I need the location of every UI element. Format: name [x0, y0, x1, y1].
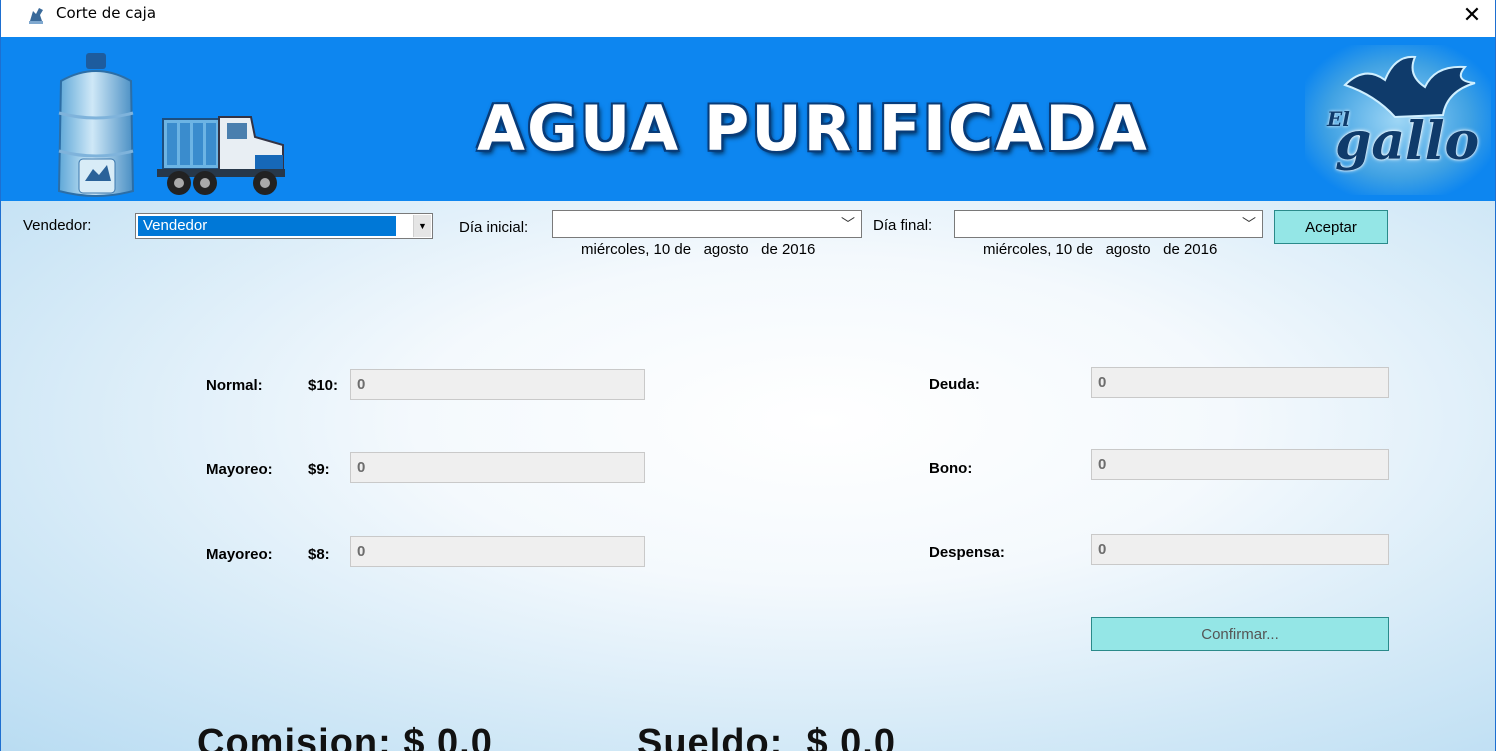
title-bar: Corte de caja ✕ — [1, 0, 1495, 37]
water-bottle-image — [57, 53, 135, 197]
logo-gallo-text: gallo — [1335, 111, 1480, 172]
chevron-down-icon[interactable]: ▼ — [413, 215, 431, 237]
normal-price-label: $10: — [308, 377, 339, 394]
chevron-down-icon[interactable]: ﹀ — [841, 211, 855, 237]
deuda-label: Deuda: — [929, 376, 980, 393]
mayoreo-9-quantity-field[interactable]: 0 — [350, 452, 645, 483]
window-title: Corte de caja — [56, 4, 157, 22]
accept-button[interactable]: Aceptar — [1274, 210, 1388, 244]
despensa-label: Despensa: — [929, 544, 1005, 561]
start-date-value: miércoles, 10 de agosto de 2016 — [581, 241, 816, 258]
normal-label: Normal: — [206, 377, 263, 394]
el-gallo-logo: El gallo — [1305, 45, 1491, 195]
start-date-label: Día inicial: — [459, 219, 529, 236]
vendor-select[interactable]: Vendedor ▼ — [135, 213, 433, 239]
chevron-down-icon[interactable]: ﹀ — [1242, 211, 1256, 237]
mayoreo-9-price-label: $9: — [308, 461, 330, 478]
header-banner: AGUA PURIFICADA El gallo — [1, 37, 1495, 201]
app-rooster-icon — [29, 8, 43, 24]
despensa-field[interactable]: 0 — [1091, 534, 1389, 565]
commission-total: Comision: $ 0.0 — [197, 722, 493, 751]
main-content: Vendedor: Vendedor ▼ Día inicial: miérco… — [1, 201, 1495, 751]
end-date-label: Día final: — [873, 217, 933, 234]
mayoreo-8-label: Mayoreo: — [206, 546, 273, 563]
mayoreo-8-price-label: $8: — [308, 546, 330, 563]
vendor-label: Vendedor: — [23, 217, 92, 234]
banner-title: AGUA PURIFICADA — [477, 92, 1149, 165]
deuda-field[interactable]: 0 — [1091, 367, 1389, 398]
mayoreo-9-label: Mayoreo: — [206, 461, 273, 478]
start-date-picker[interactable]: miércoles, 10 de agosto de 2016 ﹀ — [552, 210, 862, 258]
vendor-select-value: Vendedor — [138, 216, 396, 236]
mayoreo-8-quantity-field[interactable]: 0 — [350, 536, 645, 567]
window: Corte de caja ✕ AGUA PURIFICADA El gallo… — [0, 0, 1496, 751]
salary-total: Sueldo: $ 0.0 — [637, 722, 896, 751]
normal-quantity-field[interactable]: 0 — [350, 369, 645, 400]
close-icon[interactable]: ✕ — [1449, 0, 1495, 30]
end-date-picker[interactable]: miércoles, 10 de agosto de 2016 ﹀ — [954, 210, 1263, 258]
confirm-button[interactable]: Confirmar... — [1091, 617, 1389, 651]
end-date-value: miércoles, 10 de agosto de 2016 — [983, 241, 1218, 258]
delivery-truck-image — [157, 116, 285, 195]
bono-label: Bono: — [929, 460, 973, 477]
bono-field[interactable]: 0 — [1091, 449, 1389, 480]
